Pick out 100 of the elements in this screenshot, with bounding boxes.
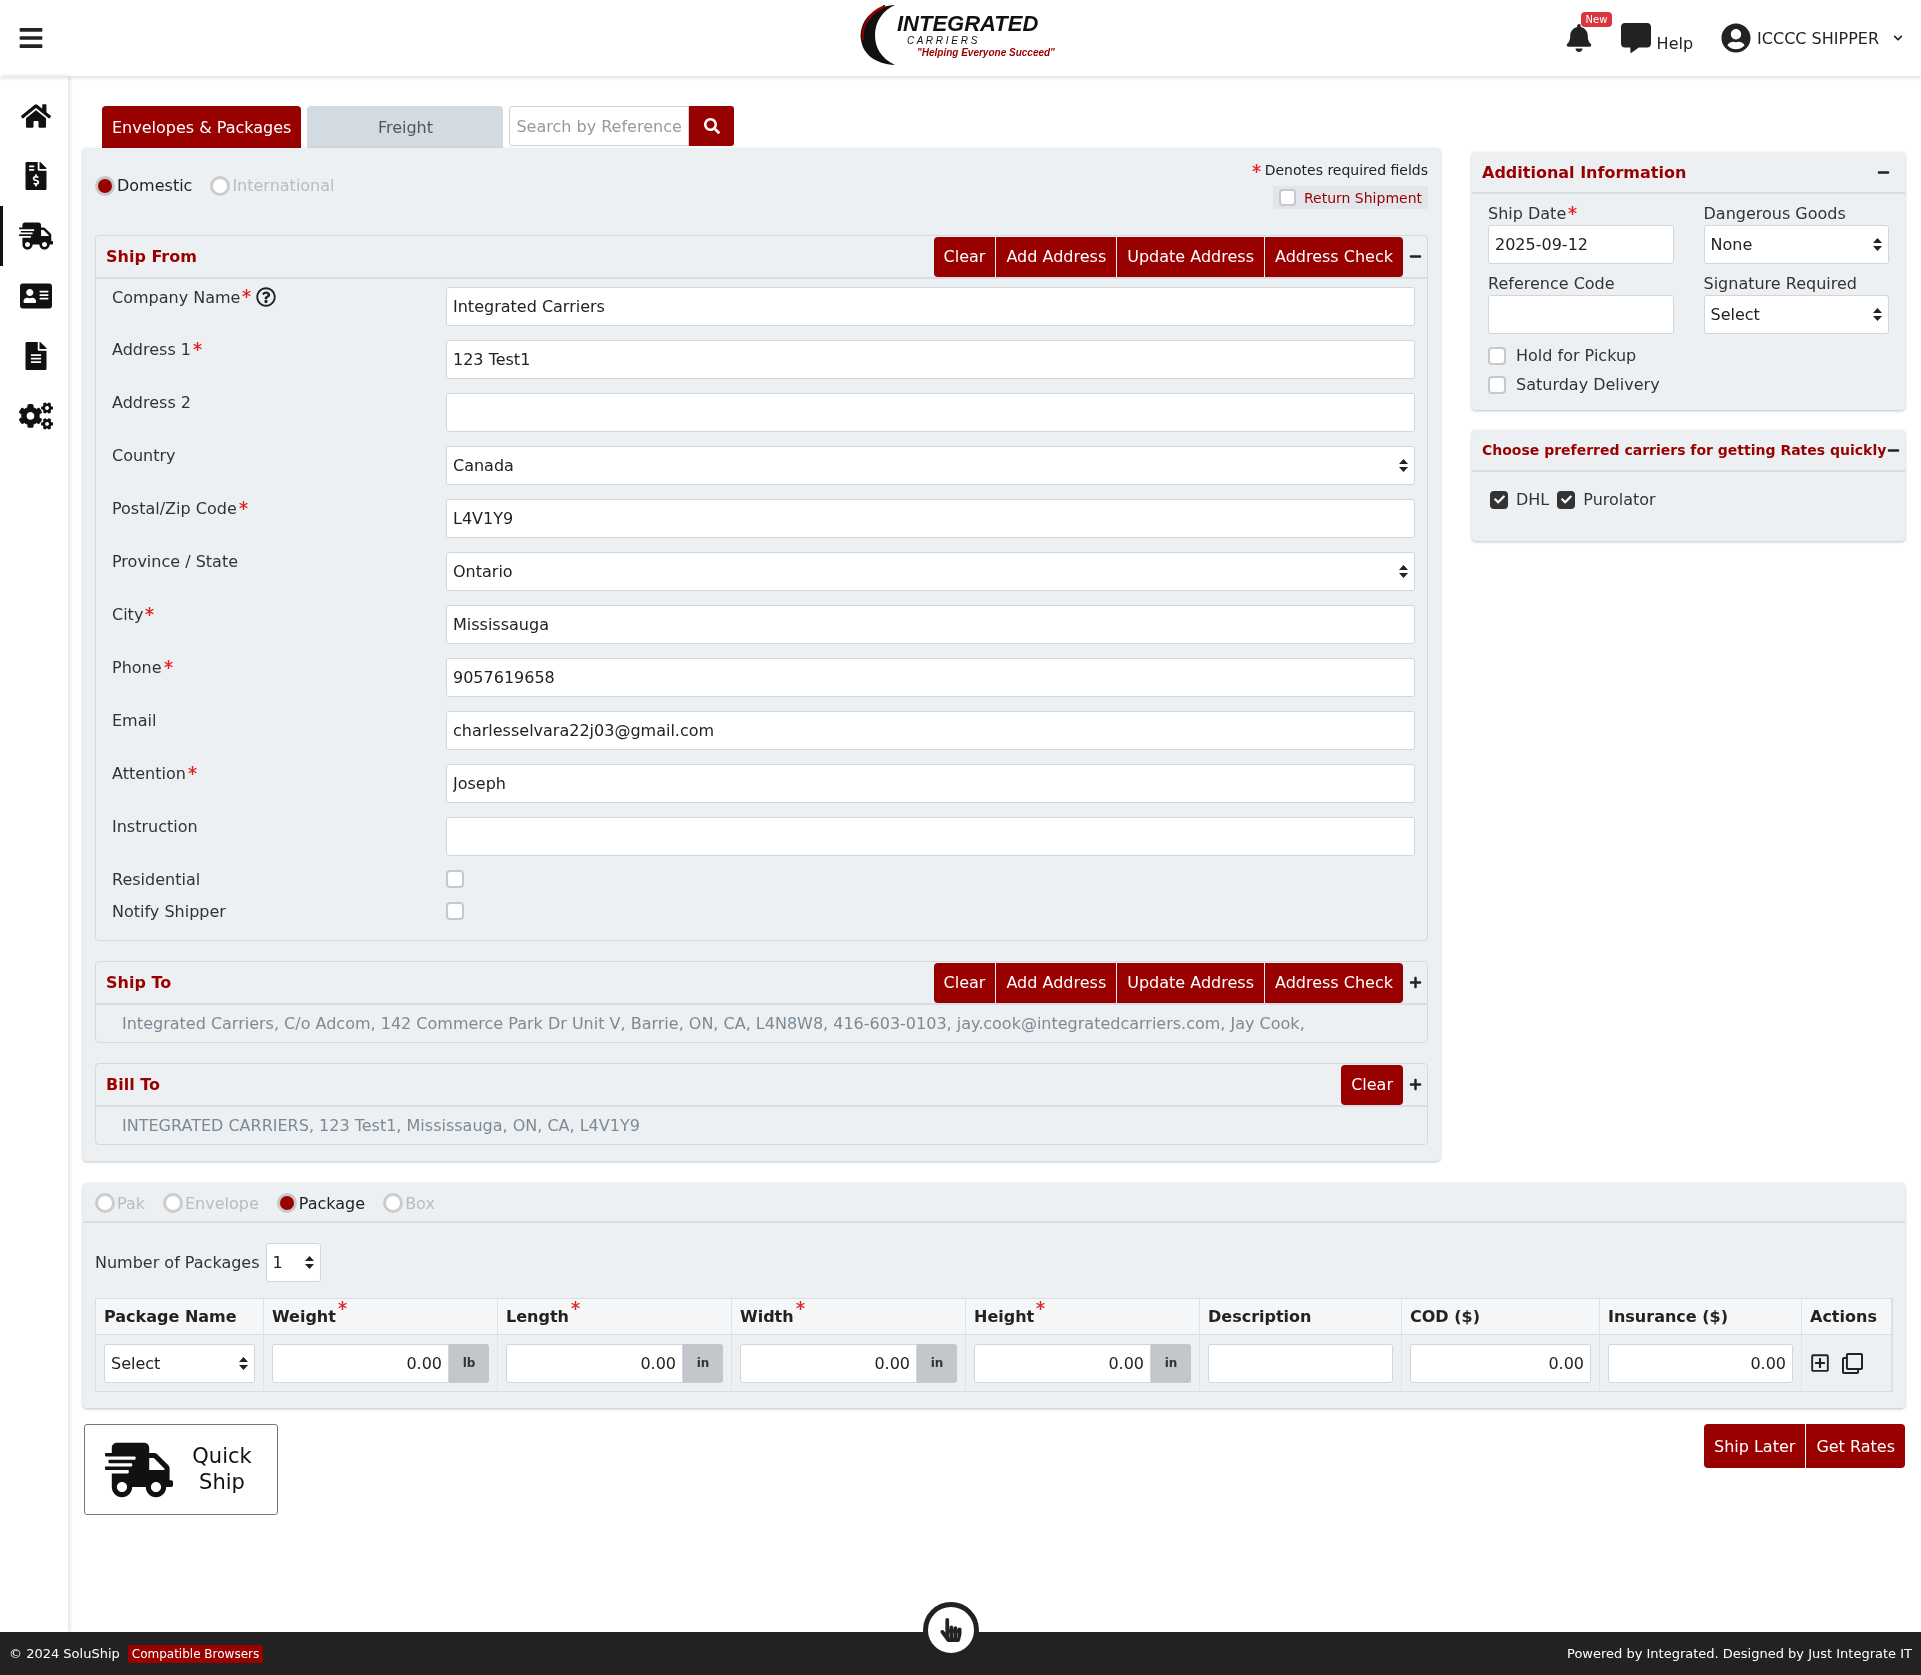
address-button[interactable]: Clear <box>933 962 996 1003</box>
action-button[interactable]: Ship Later <box>1703 1424 1806 1468</box>
field-label: Province / State <box>112 552 238 571</box>
select-field[interactable]: Select <box>1703 295 1889 334</box>
help-link[interactable]: Help <box>1656 34 1694 53</box>
action-button[interactable]: Get Rates <box>1806 1424 1905 1468</box>
address-button[interactable]: Address Check <box>1264 962 1403 1003</box>
address-summary: Integrated Carriers, C/o Adcom, 142 Commerce Park Dr Unit V, Barrie, ON, CA, L4N8W8, 416-603-0103, jay.cook@integratedcarriers.com, Jay Cook, <box>121 1013 1306 1035</box>
checkbox-label: Hold for Pickup <box>1516 346 1637 365</box>
checkbox[interactable] <box>1490 490 1508 509</box>
field-label: Instruction <box>112 817 198 836</box>
address-button[interactable]: Update Address <box>1117 962 1264 1003</box>
user-menu[interactable]: ICCCC SHIPPER <box>1757 28 1879 48</box>
select-value: Select <box>1710 305 1760 324</box>
checkbox-label: Saturday Delivery <box>1516 375 1660 394</box>
address-button[interactable]: Address Check <box>1264 236 1403 277</box>
select-value: 1 <box>272 1253 283 1272</box>
sort-arrows-icon <box>1873 308 1882 321</box>
text-field[interactable]: L4V1Y9 <box>446 499 1415 538</box>
number-field[interactable]: 0.00 <box>974 1343 1151 1383</box>
text-field[interactable]: 9057619658 <box>446 658 1415 697</box>
field-label: Address 1 <box>112 340 191 359</box>
field-label: Signature Required <box>1703 274 1857 293</box>
column-title: Weight <box>272 1307 336 1326</box>
text-field[interactable]: Integrated Carriers <box>446 287 1415 326</box>
quick-ship-button[interactable]: Quick Ship <box>84 1424 278 1515</box>
column-title: Actions <box>1810 1307 1877 1326</box>
address-summary: INTEGRATED CARRIERS, 123 Test1, Mississauga, ON, CA, L4V1Y9 <box>121 1115 641 1137</box>
tab[interactable]: Freight <box>307 106 504 148</box>
text-field[interactable]: charlesselvara22j03@gmail.com <box>446 711 1415 750</box>
user-avatar-icon[interactable] <box>1721 23 1752 53</box>
number-field[interactable]: 0.00 <box>506 1343 683 1383</box>
notification-badge: New <box>1580 12 1613 27</box>
menu-icon[interactable] <box>18 25 44 51</box>
sort-arrows-icon <box>1399 565 1408 578</box>
sort-arrows-icon <box>239 1356 248 1370</box>
select-field[interactable]: Select <box>104 1343 255 1383</box>
search-field[interactable]: Search by Reference <box>509 106 690 146</box>
required-note: Denotes required fields <box>1264 162 1428 178</box>
number-field[interactable]: 0.00 <box>1608 1343 1793 1383</box>
help-icon[interactable] <box>256 287 277 307</box>
address-button[interactable]: Add Address <box>996 236 1117 277</box>
field-label: City <box>112 605 144 624</box>
unit-label: in <box>917 1343 957 1383</box>
text-field[interactable] <box>446 393 1415 432</box>
radio-button[interactable] <box>276 1193 297 1213</box>
address-button[interactable]: Update Address <box>1117 236 1264 277</box>
text-field[interactable] <box>446 817 1415 856</box>
unit-label: lb <box>449 1343 489 1383</box>
text-field[interactable]: 2025-09-12 <box>1488 225 1674 264</box>
chat-icon[interactable] <box>1620 23 1651 53</box>
column-title: Height <box>974 1307 1035 1326</box>
select-field[interactable]: None <box>1703 225 1889 264</box>
hand-pointer-icon <box>939 1618 963 1642</box>
checkbox-label: Return Shipment <box>1303 189 1422 206</box>
text-field[interactable]: Joseph <box>446 764 1415 803</box>
text-field[interactable]: 123 Test1 <box>446 340 1415 379</box>
text-field[interactable] <box>1208 1343 1393 1383</box>
column-title: Width <box>740 1307 794 1326</box>
field-label: Email <box>112 711 157 730</box>
notification-bell-icon[interactable] <box>1564 24 1593 52</box>
field-label: Country <box>112 446 176 465</box>
section-title: Ship From <box>106 247 197 266</box>
section-title: Ship To <box>106 973 172 992</box>
copyright-text: © 2024 SoluShip <box>9 1646 120 1661</box>
text-field[interactable] <box>1488 295 1674 334</box>
required-asterisk-icon <box>1251 164 1261 173</box>
field-label: Attention <box>112 764 186 783</box>
address-button[interactable]: Clear <box>1341 1064 1403 1105</box>
radio-button[interactable] <box>95 175 115 196</box>
column-title: COD ($) <box>1410 1307 1480 1326</box>
truck-icon <box>18 219 53 253</box>
brand-name: INTEGRATED <box>897 12 1040 35</box>
checkmark-icon <box>1560 494 1572 505</box>
tab[interactable]: Envelopes & Packages <box>102 106 302 148</box>
number-field[interactable]: 0.00 <box>740 1343 917 1383</box>
address-button[interactable]: Clear <box>933 236 996 277</box>
search-button[interactable] <box>689 106 735 146</box>
radio-label: Domestic <box>117 176 193 195</box>
number-field[interactable]: 0.00 <box>272 1343 449 1383</box>
sort-arrows-icon <box>1873 238 1882 251</box>
select-field[interactable]: Canada <box>446 446 1415 485</box>
field-label: Company Name <box>112 287 241 307</box>
address-button[interactable]: Add Address <box>996 962 1117 1003</box>
add-icon[interactable] <box>1810 1353 1830 1373</box>
checkbox-label: DHL <box>1516 490 1550 509</box>
column-title: Package Name <box>104 1307 237 1326</box>
checkbox[interactable] <box>1557 490 1576 509</box>
select-field[interactable]: 1 <box>265 1243 321 1282</box>
field-label: Dangerous Goods <box>1703 204 1846 223</box>
number-field[interactable]: 0.00 <box>1410 1343 1591 1383</box>
field-label: Ship Date <box>1488 204 1567 223</box>
select-field[interactable]: Ontario <box>446 552 1415 591</box>
unit-label: in <box>683 1343 723 1383</box>
copy-icon[interactable] <box>1842 1352 1863 1374</box>
field-label: Postal/Zip Code <box>112 499 237 518</box>
browsers-link[interactable]: Compatible Browsers <box>127 1644 264 1663</box>
credit-text: Powered by Integrated. Designed by Just Integrate IT <box>1567 1646 1912 1661</box>
chevron-down-icon[interactable] <box>1893 33 1903 43</box>
text-field[interactable]: Mississauga <box>446 605 1415 644</box>
